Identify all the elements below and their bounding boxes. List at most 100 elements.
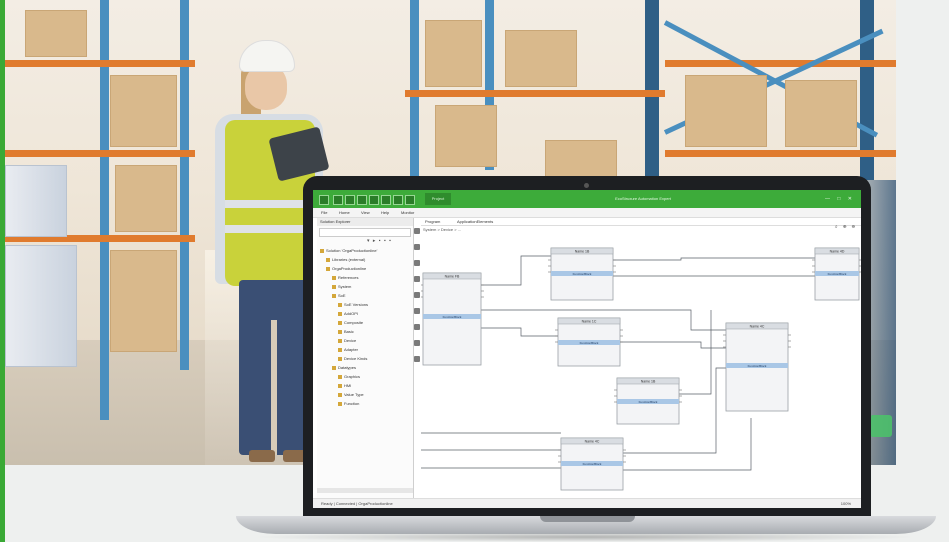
tree-item[interactable]: Graphics: [338, 374, 360, 380]
connection-wire[interactable]: [613, 257, 815, 261]
tree-item-label: Composite: [344, 320, 364, 325]
tree-item[interactable]: HMI: [338, 383, 351, 389]
diagram-canvas[interactable]: Program ApplicationElements System > Dev…: [421, 218, 861, 498]
tree-item[interactable]: Solution 'OrgaProductionline': [320, 248, 377, 254]
tree-item[interactable]: System: [332, 284, 351, 290]
tree-item[interactable]: Device: [338, 338, 356, 344]
function-block[interactable]: Name 1B FunctionBlock: [614, 377, 682, 425]
function-block[interactable]: Name FB FunctionBlock: [421, 272, 484, 366]
folder-icon: [338, 320, 342, 325]
menu-view[interactable]: View: [361, 209, 370, 216]
settings-icon[interactable]: [393, 195, 403, 205]
function-block[interactable]: Name 1B FunctionBlock: [548, 247, 616, 301]
explorer-search-input[interactable]: [319, 228, 411, 237]
tree-item[interactable]: Function: [338, 401, 359, 407]
app-logo-icon: [319, 195, 329, 205]
menu-monitor[interactable]: Monitor: [401, 209, 414, 216]
leg-gap: [271, 320, 277, 455]
vest-stripe: [225, 225, 315, 233]
undo-icon[interactable]: [345, 195, 355, 205]
cardboard-box: [115, 165, 177, 232]
tree-item-label: Basic: [344, 329, 354, 334]
wrapped-pallet: [5, 165, 67, 237]
tree-item[interactable]: Basic: [338, 329, 354, 335]
rack-beam: [665, 150, 896, 157]
function-block-label: FunctionBlock: [828, 272, 847, 276]
menu-home[interactable]: Home: [339, 209, 350, 216]
side-toolstrip: [413, 220, 421, 390]
folder-icon: [338, 383, 342, 388]
folder-icon: [338, 356, 342, 361]
function-block-diagram: Name FB FunctionBlock Name 1B FunctionBlock…: [421, 247, 861, 491]
explorer-title: Solution Explorer: [317, 218, 413, 226]
explorer-toolbar[interactable]: ▾ ▸ ▪ ▪ ▪: [367, 238, 411, 244]
folder-icon: [326, 257, 330, 262]
build-icon[interactable]: [369, 195, 379, 205]
quick-access-icon[interactable]: [405, 195, 415, 205]
tree-item[interactable]: Datatypes: [332, 365, 356, 371]
tree-item[interactable]: SoE Versions: [338, 302, 368, 308]
connection-wire[interactable]: [620, 341, 726, 349]
window-controls[interactable]: — □ ✕: [825, 196, 855, 202]
tree-item-label: AddOPI: [344, 311, 359, 316]
rack-beam: [5, 150, 195, 157]
tree-item[interactable]: SoE: [332, 293, 346, 299]
rack-post: [180, 0, 189, 370]
comment-tool-icon[interactable]: [414, 260, 420, 266]
tree-item-label: SoE: [338, 293, 346, 298]
tree-item-label: Function: [344, 401, 360, 406]
connect-tool-icon[interactable]: [414, 244, 420, 250]
tree-item[interactable]: References: [332, 275, 358, 281]
save-icon[interactable]: [333, 195, 343, 205]
folder-icon: [332, 284, 336, 289]
tree-item[interactable]: Libraries (external): [326, 257, 365, 263]
function-block-label: FunctionBlock: [580, 341, 599, 345]
align-tool-icon[interactable]: [414, 292, 420, 298]
grid-tool-icon[interactable]: [414, 324, 420, 330]
function-block[interactable]: Name 4C FunctionBlock: [558, 437, 626, 491]
function-block-title: Name 1B: [575, 250, 590, 254]
pan-tool-icon[interactable]: [414, 308, 420, 314]
menu-file[interactable]: File: [321, 209, 327, 216]
digital-overlay-light: [870, 415, 892, 437]
connection-wire[interactable]: [481, 327, 558, 337]
explorer-scrollbar[interactable]: [317, 488, 413, 493]
tree-item-label: Device: [344, 338, 357, 343]
folder-icon: [338, 302, 342, 307]
function-block-label: FunctionBlock: [443, 315, 462, 319]
tree-item[interactable]: OrgaProductionline: [326, 266, 366, 272]
function-block[interactable]: Name 1C FunctionBlock: [555, 317, 623, 367]
function-block-label: FunctionBlock: [639, 400, 658, 404]
function-block-title: Name 1B: [641, 380, 656, 384]
redo-icon[interactable]: [357, 195, 367, 205]
tree-item-label: References: [338, 275, 359, 280]
tab-project[interactable]: Project: [425, 193, 451, 205]
tree-item-label: Datatypes: [338, 365, 357, 370]
zoom-tool-icon[interactable]: [414, 276, 420, 282]
tree-item-label: OrgaProductionline: [332, 266, 367, 271]
menu-help[interactable]: Help: [381, 209, 389, 216]
deploy-icon[interactable]: [381, 195, 391, 205]
function-block[interactable]: Name 4C FunctionBlock: [723, 322, 791, 412]
rack-beam: [5, 60, 195, 67]
connection-wire[interactable]: [623, 418, 752, 471]
tree-item[interactable]: Composite: [338, 320, 363, 326]
folder-icon: [332, 275, 336, 280]
connection-wire[interactable]: [679, 310, 712, 395]
link-tool-icon[interactable]: [414, 356, 420, 362]
function-block[interactable]: Name 4D FunctionBlock: [812, 247, 861, 301]
title-bar: Project EcoStruxure Automation Expert — …: [313, 190, 861, 208]
select-tool-icon[interactable]: [414, 228, 420, 234]
tree-item[interactable]: Adapter: [338, 347, 358, 353]
layout-tool-icon[interactable]: [414, 340, 420, 346]
tree-item[interactable]: Value Type: [338, 392, 364, 398]
folder-icon: [326, 266, 330, 271]
tree-item[interactable]: AddOPI: [338, 311, 358, 317]
function-block-title: Name FB: [445, 275, 460, 279]
function-block-title: Name 1C: [582, 320, 597, 324]
tree-item[interactable]: Device Kinds: [338, 356, 367, 362]
folder-icon: [338, 401, 342, 406]
connection-wire[interactable]: [481, 255, 551, 286]
cardboard-box: [110, 75, 177, 147]
cardboard-box: [435, 105, 497, 167]
